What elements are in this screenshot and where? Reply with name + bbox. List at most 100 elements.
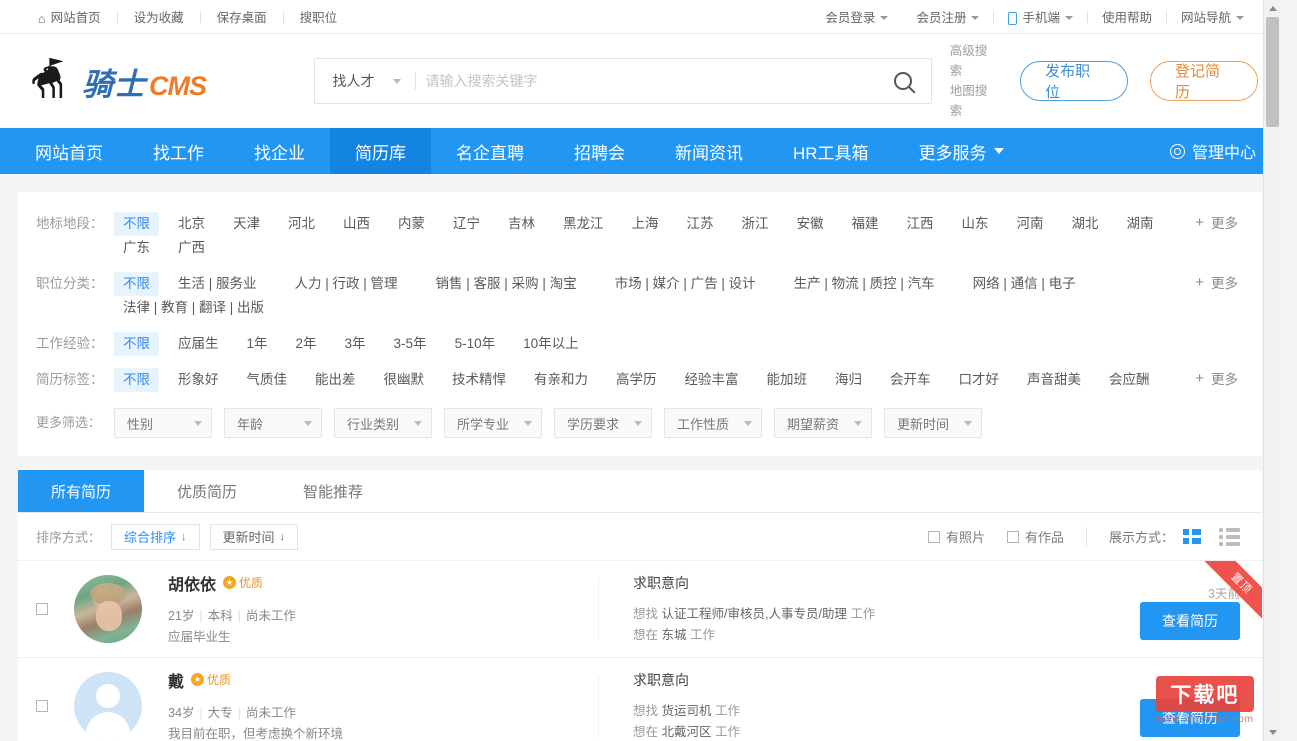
filter-option[interactable]: 能出差 — [306, 368, 365, 392]
filter-option[interactable]: 辽宁 — [444, 212, 489, 236]
nav-item-news[interactable]: 新闻资讯 — [650, 128, 768, 174]
filter-option[interactable]: 形象好 — [169, 368, 228, 392]
filter-option[interactable]: 会开车 — [881, 368, 940, 392]
filter-option[interactable]: 高学历 — [607, 368, 666, 392]
filter-option[interactable]: 北京 — [169, 212, 214, 236]
nav-item-hr-toolbox[interactable]: HR工具箱 — [768, 128, 894, 174]
filter-option[interactable]: 安徽 — [788, 212, 833, 236]
scrollbar-thumb[interactable] — [1266, 17, 1279, 127]
topbar-sitemap[interactable]: 网站导航 — [1167, 7, 1258, 26]
filter-option[interactable]: 生产 | 物流 | 质控 | 汽车 — [785, 272, 944, 296]
filter-option[interactable]: 江苏 — [678, 212, 723, 236]
filter-option[interactable]: 会应酬 — [1100, 368, 1159, 392]
filter-option[interactable]: 上海 — [623, 212, 668, 236]
resume-select-checkbox[interactable] — [36, 700, 48, 712]
filter-option[interactable]: 内蒙 — [389, 212, 434, 236]
select-expected-salary[interactable]: 期望薪资 — [774, 408, 872, 438]
topbar-member-register[interactable]: 会员注册 — [902, 7, 993, 26]
select-job-type[interactable]: 工作性质 — [664, 408, 762, 438]
avatar[interactable] — [74, 672, 142, 740]
post-job-button[interactable]: 发布职位 — [1020, 61, 1128, 101]
filter-option[interactable]: 3年 — [336, 332, 375, 356]
filter-option[interactable]: 广西 — [169, 236, 214, 260]
filter-option[interactable]: 黑龙江 — [554, 212, 613, 236]
grid-view-icon[interactable] — [1183, 529, 1201, 544]
select-age[interactable]: 年龄 — [224, 408, 322, 438]
filter-option[interactable]: 法律 | 教育 | 翻译 | 出版 — [114, 296, 273, 320]
filter-more-location[interactable]: + 更多 — [1179, 212, 1238, 232]
filter-option[interactable]: 天津 — [224, 212, 269, 236]
filter-option[interactable]: 2年 — [287, 332, 326, 356]
filter-option[interactable]: 市场 | 媒介 | 广告 | 设计 — [606, 272, 765, 296]
filter-option[interactable]: 气质佳 — [238, 368, 297, 392]
filter-option[interactable]: 不限 — [114, 332, 159, 356]
nav-item-job-fair[interactable]: 招聘会 — [549, 128, 650, 174]
resume-select-checkbox[interactable] — [36, 603, 48, 615]
filter-option[interactable]: 经验丰富 — [676, 368, 748, 392]
map-search-link[interactable]: 地图搜索 — [950, 81, 998, 121]
checkbox-has-photo[interactable]: 有照片 — [928, 527, 985, 546]
select-industry[interactable]: 行业类别 — [334, 408, 432, 438]
filter-option[interactable]: 福建 — [843, 212, 888, 236]
select-update-time[interactable]: 更新时间 — [884, 408, 982, 438]
filter-option[interactable]: 人力 | 行政 | 管理 — [286, 272, 407, 296]
filter-option[interactable]: 1年 — [238, 332, 277, 356]
advanced-search-link[interactable]: 高级搜索 — [950, 41, 998, 81]
nav-item-resume-library[interactable]: 简历库 — [330, 128, 431, 174]
sort-button-update-time[interactable]: 更新时间 ↓ — [210, 524, 299, 550]
page-scrollbar[interactable] — [1263, 0, 1280, 741]
filter-option[interactable]: 河南 — [1008, 212, 1053, 236]
topbar-mobile[interactable]: 手机端 — [994, 7, 1087, 26]
filter-option[interactable]: 广东 — [114, 236, 159, 260]
filter-option[interactable]: 河北 — [279, 212, 324, 236]
topbar-help[interactable]: 使用帮助 — [1088, 7, 1166, 26]
search-button[interactable] — [875, 72, 931, 90]
filter-option[interactable]: 湖南 — [1118, 212, 1163, 236]
filter-option[interactable]: 浙江 — [733, 212, 778, 236]
resume-name[interactable]: 胡依依 — [168, 571, 216, 595]
filter-option[interactable]: 不限 — [114, 212, 159, 236]
filter-option[interactable]: 有亲和力 — [525, 368, 597, 392]
select-gender[interactable]: 性别 — [114, 408, 212, 438]
sort-button-comprehensive[interactable]: 综合排序 ↓ — [111, 524, 200, 550]
nav-item-find-company[interactable]: 找企业 — [229, 128, 330, 174]
filter-option[interactable]: 不限 — [114, 368, 159, 392]
filter-option[interactable]: 生活 | 服务业 — [169, 272, 266, 296]
topbar-item-favorite[interactable]: 设为收藏 — [118, 7, 200, 26]
scrollbar-up-button[interactable] — [1264, 0, 1281, 17]
tab-quality-resumes[interactable]: 优质简历 — [144, 470, 270, 512]
filter-option[interactable]: 技术精悍 — [443, 368, 515, 392]
list-view-icon[interactable] — [1219, 528, 1240, 546]
filter-option[interactable]: 不限 — [114, 272, 159, 296]
tab-all-resumes[interactable]: 所有简历 — [18, 470, 144, 512]
nav-item-find-job[interactable]: 找工作 — [128, 128, 229, 174]
filter-option[interactable]: 很幽默 — [375, 368, 434, 392]
filter-option[interactable]: 吉林 — [499, 212, 544, 236]
checkbox-has-works[interactable]: 有作品 — [1007, 527, 1064, 546]
register-resume-button[interactable]: 登记简历 — [1150, 61, 1258, 101]
view-resume-button[interactable]: 查看简历 — [1140, 602, 1240, 640]
filter-option[interactable]: 海归 — [826, 368, 871, 392]
topbar-item-search-job[interactable]: 搜职位 — [284, 7, 354, 26]
topbar-item-home[interactable]: ⌂网站首页 — [22, 7, 117, 26]
topbar-item-desktop[interactable]: 保存桌面 — [201, 7, 283, 26]
filter-option[interactable]: 5-10年 — [446, 332, 505, 356]
filter-option[interactable]: 网络 | 通信 | 电子 — [964, 272, 1085, 296]
nav-item-famous-companies[interactable]: 名企直聘 — [431, 128, 549, 174]
resume-name[interactable]: 戴 — [168, 668, 184, 692]
filter-more-category[interactable]: + 更多 — [1179, 272, 1238, 292]
select-education[interactable]: 学历要求 — [554, 408, 652, 438]
search-input[interactable] — [426, 73, 875, 89]
resume-card[interactable]: 胡依依 ★ 优质 21岁|本科|尚未工作 应届毕业生 求职意向 想找 认证工程师… — [18, 561, 1262, 658]
select-major[interactable]: 所学专业 — [444, 408, 542, 438]
resume-card[interactable]: 戴 ★ 优质 34岁|大专|尚未工作 我目前在职，但考虑换个新环境 求职意向 想… — [18, 658, 1262, 741]
filter-more-tags[interactable]: + 更多 — [1179, 368, 1238, 388]
site-logo[interactable]: 骑士 CMS — [22, 53, 314, 109]
tab-smart-recommend[interactable]: 智能推荐 — [270, 470, 396, 512]
avatar[interactable] — [74, 575, 142, 643]
search-category-select[interactable]: 找人才 — [315, 71, 407, 91]
filter-option[interactable]: 应届生 — [169, 332, 228, 356]
view-resume-button[interactable]: 查看简历 — [1140, 699, 1240, 737]
filter-option[interactable]: 山东 — [953, 212, 998, 236]
nav-item-more-services[interactable]: 更多服务 — [894, 128, 1029, 174]
